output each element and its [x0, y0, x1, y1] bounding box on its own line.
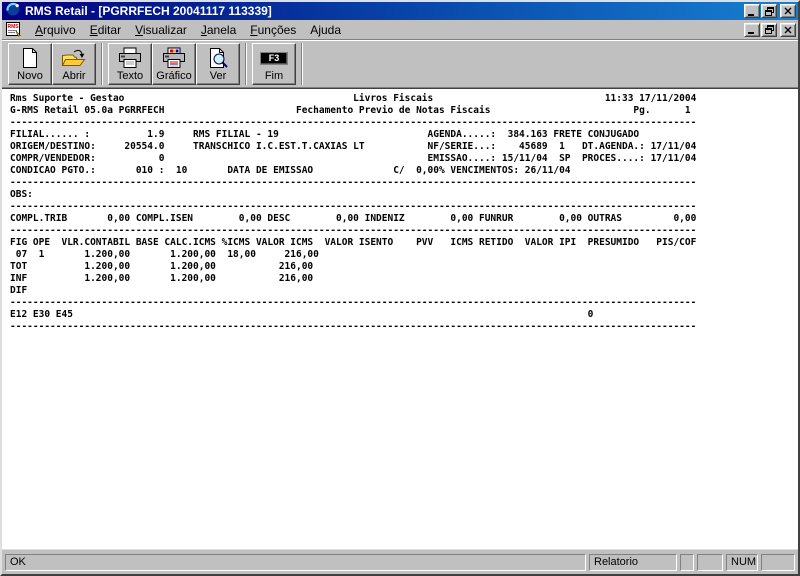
- report-separator-line: ----------------------------------------…: [10, 321, 697, 332]
- menu-item-ajuda[interactable]: Ajuda: [303, 21, 348, 39]
- mdi-close-icon: [784, 26, 792, 33]
- status-panel-4: [761, 553, 795, 571]
- menu-item-editar[interactable]: Editar: [83, 21, 128, 39]
- f3-key-icon: F3: [260, 51, 288, 65]
- status-message: OK: [5, 553, 586, 571]
- report-separator-line: ----------------------------------------…: [10, 297, 697, 308]
- menu-item-visualizar[interactable]: Visualizar: [128, 21, 194, 39]
- texto-button[interactable]: Texto: [108, 43, 152, 85]
- report-line: COMPL.TRIB 0,00 COMPL.ISEN 0,00 DESC 0,0…: [10, 213, 697, 224]
- status-bar: OK Relatorio NUM: [2, 549, 798, 574]
- toolbar-separator: [101, 43, 103, 85]
- close-icon: [784, 7, 792, 15]
- report-line: TOT 1.200,00 1.200,00 216,00: [10, 261, 314, 272]
- texto-label: Texto: [116, 70, 144, 82]
- report-line: E12 E30 E45 0: [10, 309, 594, 320]
- title-bar: RMS Retail - [PGRRFECH 20041117 113339]: [2, 2, 798, 20]
- status-panel-1: [680, 553, 694, 571]
- open-folder-icon: [61, 46, 87, 70]
- report-line: FIG OPE VLR.CONTABIL BASE CALC.ICMS %ICM…: [10, 237, 697, 248]
- abrir-button[interactable]: Abrir: [52, 43, 96, 85]
- close-button[interactable]: [780, 4, 796, 18]
- fim-button[interactable]: F3 Fim: [252, 43, 296, 85]
- report-line: CONDICAO PGTO.: 010 : 10 DATA DE EMISSAO…: [10, 165, 571, 176]
- print-graphic-icon: [161, 46, 187, 70]
- report-preview-area: Rms Suporte - Gestao Livros Fiscais 11:3…: [2, 88, 798, 549]
- status-panel-num: NUM: [726, 553, 758, 571]
- mdi-minimize-button[interactable]: [744, 22, 760, 37]
- window-title: RMS Retail - [PGRRFECH 20041117 113339]: [25, 4, 272, 18]
- report-line: DIF: [10, 285, 28, 296]
- report-separator-line: ----------------------------------------…: [10, 225, 697, 236]
- ver-button[interactable]: Ver: [196, 43, 240, 85]
- status-panel-mode: Relatorio: [589, 553, 677, 571]
- report-line: Rms Suporte - Gestao Livros Fiscais 11:3…: [10, 93, 697, 104]
- toolbar-separator: [301, 43, 303, 85]
- report-line: 07 1 1.200,00 1.200,00 18,00 216,00: [10, 249, 319, 260]
- restore-icon: [764, 6, 774, 16]
- menu-item-arquivo[interactable]: Arquivo: [28, 21, 83, 39]
- restore-button[interactable]: [761, 4, 777, 18]
- grafico-label: Gráfico: [156, 70, 192, 82]
- report-line: ORIGEM/DESTINO: 20554.0 TRANSCHICO I.C.E…: [10, 141, 697, 152]
- grafico-button[interactable]: Gráfico: [152, 43, 196, 85]
- mdi-restore-button[interactable]: [761, 22, 777, 37]
- svg-text:RMS: RMS: [8, 24, 20, 30]
- report-line: COMPR/VENDEDOR: 0 EMISSAO....: 15/11/04 …: [10, 153, 697, 164]
- report-separator-line: ----------------------------------------…: [10, 117, 697, 128]
- ver-label: Ver: [209, 70, 227, 82]
- mdi-close-button[interactable]: [780, 22, 796, 37]
- fim-label: Fim: [264, 70, 284, 82]
- status-panel-2: [697, 553, 723, 571]
- minimize-icon: [748, 13, 754, 16]
- report-line: FILIAL...... : 1.9 RMS FILIAL - 19 AGEND…: [10, 129, 640, 140]
- report-line: OBS:: [10, 189, 33, 200]
- novo-button[interactable]: Novo: [8, 43, 52, 85]
- report-body: Rms Suporte - Gestao Livros Fiscais 11:3…: [2, 89, 798, 333]
- new-document-icon: [20, 46, 40, 70]
- menu-item-janela[interactable]: Janela: [194, 21, 243, 39]
- novo-label: Novo: [17, 70, 43, 82]
- menu-bar: RMS Arquivo Editar Visualizar Janela Fun…: [2, 20, 798, 40]
- minimize-button[interactable]: [744, 4, 760, 18]
- mdi-minimize-icon: [748, 32, 754, 34]
- report-separator-line: ----------------------------------------…: [10, 201, 697, 212]
- app-window: RMS Retail - [PGRRFECH 20041117 113339] …: [0, 0, 800, 576]
- report-line: G-RMS Retail 05.0a PGRRFECH Fechamento P…: [10, 105, 691, 116]
- toolbar-separator: [245, 43, 247, 85]
- print-text-icon: [117, 46, 143, 70]
- rms-document-icon: RMS: [5, 21, 23, 38]
- abrir-label: Abrir: [62, 70, 86, 82]
- preview-magnifier-icon: [207, 46, 229, 70]
- app-icon: [5, 1, 21, 22]
- toolbar: Novo Abrir Texto Gráfico Ver F3 Fim: [2, 40, 798, 88]
- menu-item-funcoes[interactable]: Funções: [243, 21, 303, 39]
- report-separator-line: ----------------------------------------…: [10, 177, 697, 188]
- report-line: INF 1.200,00 1.200,00 216,00: [10, 273, 314, 284]
- mdi-restore-icon: [764, 25, 774, 34]
